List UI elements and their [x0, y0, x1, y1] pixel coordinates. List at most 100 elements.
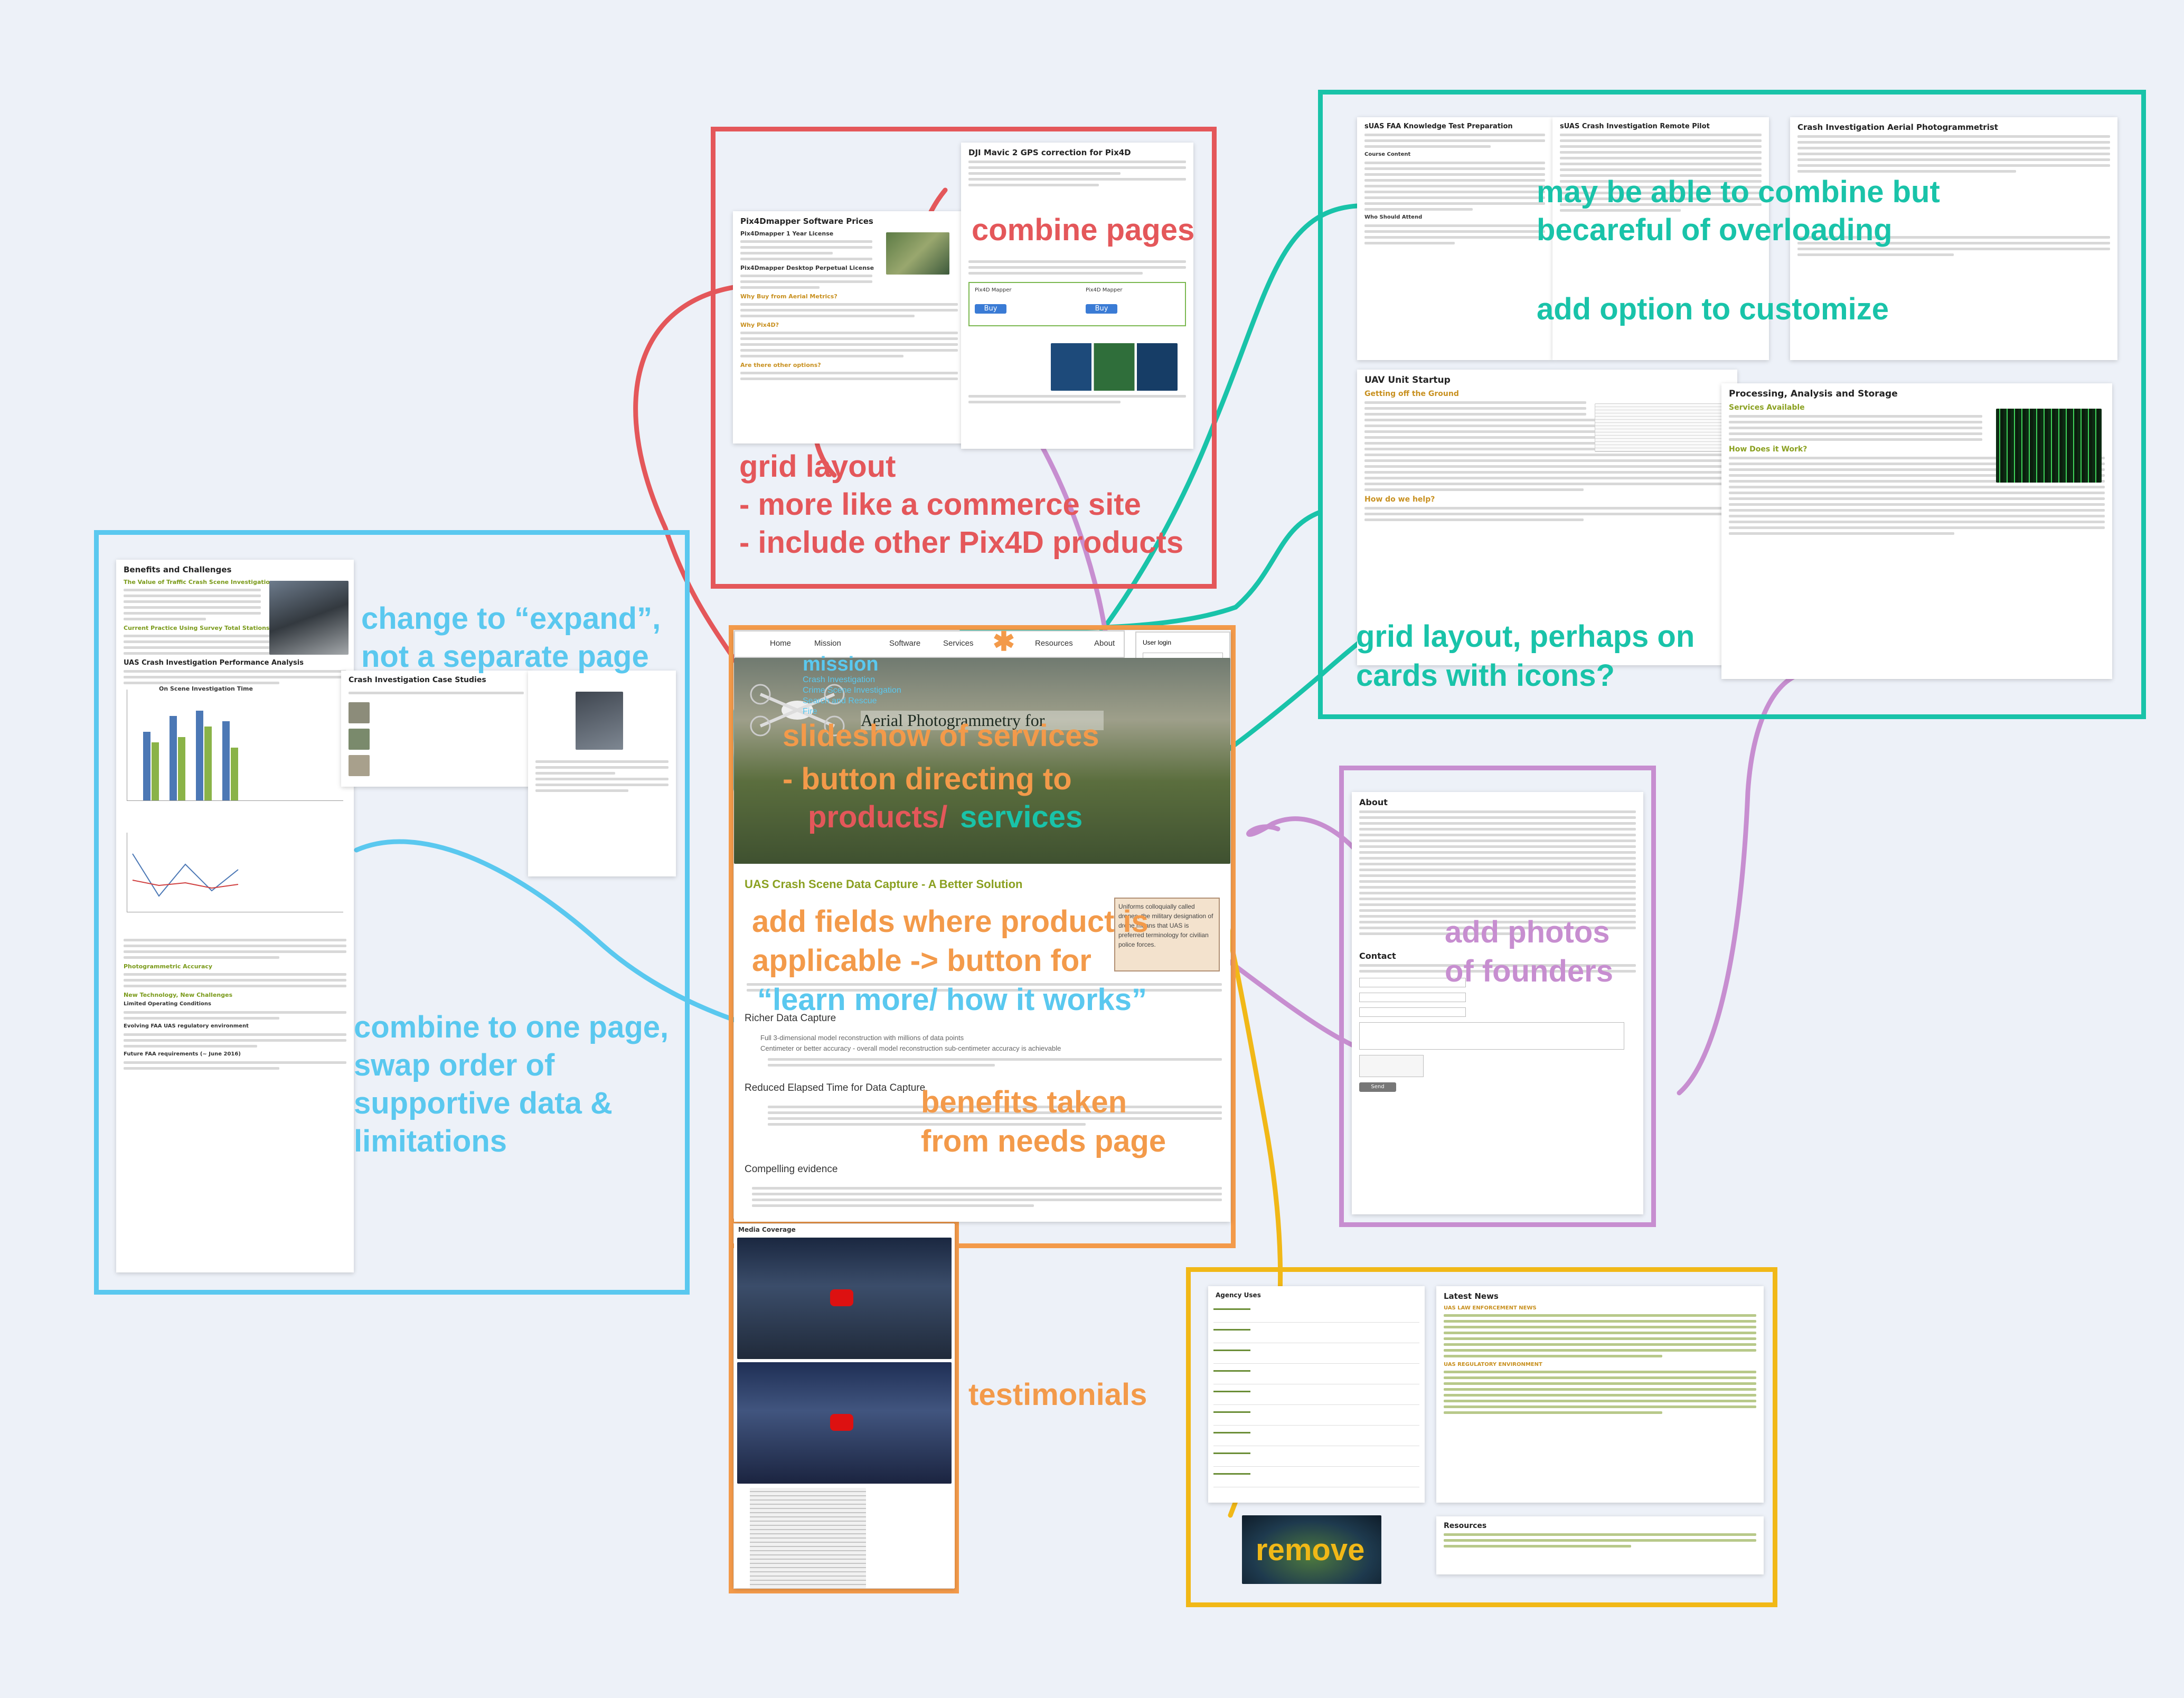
newspaper-clip [750, 1488, 866, 1588]
section-heading: Are there other options? [740, 362, 821, 369]
page-faa-test: sUAS FAA Knowledge Test Preparation Cour… [1357, 117, 1552, 360]
note-expand-2: not a separate page [361, 639, 649, 674]
nav-software[interactable]: Software [889, 639, 920, 648]
note-overload-1: may be able to combine but [1537, 175, 1940, 209]
nav-mission[interactable]: Mission [814, 639, 841, 648]
note-expand-1: change to “expand”, [361, 601, 661, 636]
page-title: Processing, Analysis and Storage [1729, 389, 1898, 399]
product-box: Pix4D Mapper Pix4D Mapper Buy Buy [968, 282, 1186, 326]
note-slideshow-3b: services [960, 800, 1083, 834]
note-cards-1: grid layout, perhaps on [1356, 619, 1695, 654]
page-title: Pix4Dmapper Software Prices [740, 216, 873, 226]
subheading: Evolving FAA UAS regulatory environment [124, 1023, 249, 1029]
nav-services[interactable]: Services [943, 639, 974, 648]
subheading: Future FAA requirements (~ June 2016) [124, 1051, 241, 1057]
dropdown-item[interactable]: Search and Rescue [803, 696, 901, 706]
product-name-alt: Pix4D Mapper [1086, 287, 1123, 293]
note-fields-3: “learn more/ how it works” [757, 983, 1147, 1017]
drone-images [1051, 343, 1178, 391]
mission-link[interactable]: mission [803, 654, 901, 675]
section-heading: UAS Crash Investigation Performance Anal… [124, 659, 304, 667]
note-overload-2: becareful of overloading [1537, 213, 1893, 247]
section-heading: Why Buy from Aerial Metrics? [740, 293, 837, 300]
services-star-icon: ✱ [993, 627, 1015, 656]
video-play-icon[interactable] [830, 1414, 853, 1431]
mission-dropdown: mission Crash Investigation Crime Scene … [803, 654, 901, 717]
media-title: Media Coverage [738, 1226, 796, 1233]
note-combine-one-3: supportive data & [354, 1086, 613, 1120]
note-fields-2: applicable -> button for [752, 944, 1091, 978]
video-play-icon[interactable] [830, 1289, 853, 1306]
data-stream-image [1996, 409, 2102, 483]
case-thumb [349, 755, 370, 776]
section-title: UAS Crash Scene Data Capture - A Better … [745, 878, 1023, 891]
reduced-heading: Reduced Elapsed Time for Data Capture [745, 1082, 926, 1093]
page-processing: Processing, Analysis and Storage Service… [1721, 383, 2112, 679]
note-grid-commerce: - more like a commerce site [739, 487, 1141, 522]
page-case-detail [528, 671, 676, 876]
note-combine-pages: combine pages [972, 213, 1195, 247]
note-combine-one-4: limitations [354, 1124, 507, 1158]
compelling-lines [752, 1184, 1222, 1210]
page-agency-uses: Agency Uses [1208, 1286, 1425, 1503]
page-title: DJI Mavic 2 GPS correction for Pix4D [968, 148, 1131, 157]
page-title: Crash Investigation Case Studies [349, 676, 486, 684]
buy-button[interactable]: Buy [975, 304, 1006, 314]
note-fields-1: add fields where product is [752, 904, 1149, 939]
subheading: Limited Operating Conditions [124, 1001, 212, 1007]
page-latest-news: Latest News UAS LAW ENFORCEMENT NEWS UAS… [1436, 1286, 1764, 1503]
bar [196, 711, 203, 800]
agency-table [1213, 1302, 1419, 1492]
bar [178, 737, 185, 800]
bullet-1: Full 3-dimensional model reconstruction … [760, 1034, 964, 1042]
contact-subject-field[interactable] [1359, 1007, 1466, 1017]
chart-title: On Scene Investigation Time [159, 685, 253, 692]
note-cards-2: cards with icons? [1356, 658, 1615, 693]
note-grid-include: - include other Pix4D products [739, 525, 1184, 560]
page-title: Benefits and Challenges [124, 565, 232, 574]
nav-resources[interactable]: Resources [1035, 639, 1073, 648]
product-image [886, 232, 949, 275]
section-heading: New Technology, New Challenges [124, 992, 233, 998]
nav-home[interactable]: Home [770, 639, 791, 648]
traffic-photo [269, 581, 349, 655]
section-heading: How do we help? [1364, 495, 1435, 504]
contact-message-field[interactable] [1359, 1022, 1624, 1050]
product-name: Pix4D Mapper [975, 287, 1012, 293]
bullet-lines [768, 1055, 1222, 1070]
note-combine-one-2: swap order of [354, 1048, 555, 1082]
note-slideshow-3a: products/ [808, 800, 948, 834]
page-title: Resources [1444, 1522, 1487, 1530]
section-heading: UAS LAW ENFORCEMENT NEWS [1444, 1305, 1537, 1311]
captcha-box[interactable] [1359, 1055, 1424, 1077]
page-title: Latest News [1444, 1291, 1499, 1301]
page-pix4d-prices: Pix4Dmapper Software Prices Pix4Dmapper … [733, 211, 965, 444]
page-media-coverage: Media Coverage [734, 1224, 955, 1588]
note-slideshow-2: - button directing to [783, 762, 1072, 796]
note-slideshow-1: slideshow of services [783, 719, 1099, 753]
send-message-button[interactable]: Send message [1359, 1082, 1396, 1099]
dropdown-item[interactable]: Crime Scene Investigation [803, 685, 901, 696]
page-title: UAV Unit Startup [1364, 375, 1451, 385]
page-about: About Contact Send message [1352, 792, 1643, 1214]
dropdown-item[interactable]: Fire [803, 706, 901, 717]
page-title: Agency Uses [1216, 1291, 1261, 1299]
bar [204, 727, 212, 800]
nav-about[interactable]: About [1094, 639, 1115, 648]
subheading: Course Content [1364, 152, 1411, 157]
bar [222, 721, 230, 800]
note-benefits-2: from needs page [921, 1124, 1166, 1158]
connector-purple-3 [1677, 671, 1809, 1096]
contact-email-field[interactable] [1359, 993, 1466, 1002]
bar [152, 742, 159, 800]
compelling-heading: Compelling evidence [745, 1164, 838, 1175]
buy-button-alt[interactable]: Buy [1086, 304, 1117, 314]
section-heading: Photogrammetric Accuracy [124, 963, 213, 970]
note-testimonials: testimonials [968, 1378, 1147, 1412]
dropdown-item[interactable]: Crash Investigation [803, 675, 901, 685]
note-benefits-1: benefits taken [921, 1085, 1127, 1119]
section-heading: Why Pix4D? [740, 322, 779, 328]
section-heading: Getting off the Ground [1364, 390, 1459, 398]
page-title: sUAS FAA Knowledge Test Preparation [1364, 122, 1513, 130]
section-heading: UAS REGULATORY ENVIRONMENT [1444, 1362, 1542, 1367]
